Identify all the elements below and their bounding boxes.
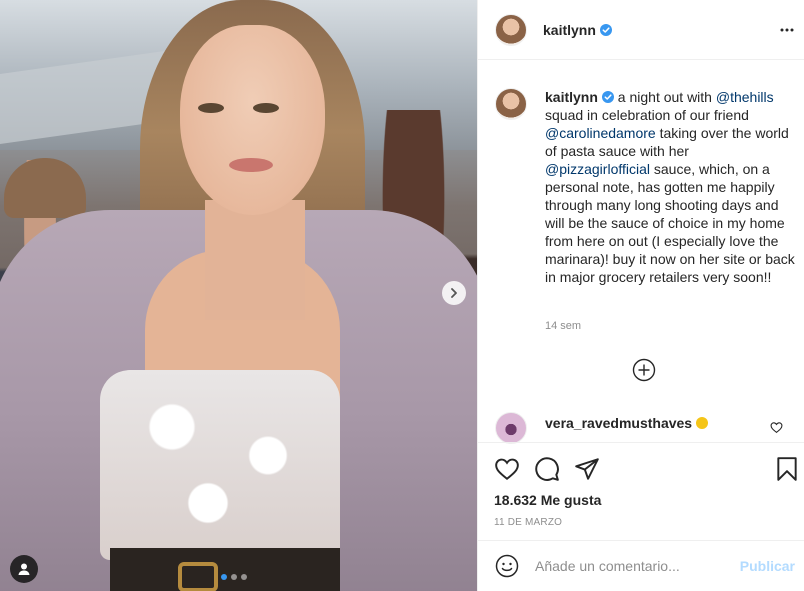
photo-neck [205, 200, 305, 320]
post-date: 11 DE MARZO [494, 517, 563, 528]
photo-lips [229, 158, 273, 172]
comment-icon[interactable] [534, 456, 560, 482]
caption-time-ago[interactable]: 14 sem [545, 320, 581, 332]
photo-buckle [178, 562, 218, 591]
caption-segment-1: a night out with [613, 89, 716, 105]
emoji-icon[interactable] [495, 554, 519, 578]
post-header: kaitlynn [478, 0, 804, 60]
comment-item: vera_ravedmusthaves [495, 412, 795, 444]
user-tags-button[interactable] [10, 555, 38, 583]
commenter-username[interactable]: vera_ravedmusthaves [545, 415, 692, 431]
carousel-next-button[interactable] [442, 281, 466, 305]
chevron-right-icon [451, 288, 457, 298]
photo-face [180, 25, 325, 215]
load-more-plus-icon[interactable] [632, 358, 656, 382]
carousel-dot-1 [221, 574, 227, 580]
photo-eye-left [198, 103, 224, 113]
mention-thehills[interactable]: @thehills [716, 89, 774, 105]
user-tag-icon [18, 563, 30, 575]
carousel-dot-2 [231, 574, 237, 580]
carousel-indicators [221, 574, 247, 580]
carousel-dot-3 [241, 574, 247, 580]
mention-pizzagirlofficial[interactable]: @pizzagirlofficial [545, 161, 650, 177]
post-photo[interactable] [0, 0, 477, 591]
publish-button[interactable]: Publicar [740, 558, 795, 574]
comment-input[interactable] [535, 558, 725, 574]
caption-text: kaitlynn a night out with @thehills squa… [545, 88, 795, 286]
post-actions: 18.632 Me gusta 11 DE MARZO [478, 442, 804, 540]
smiling-face-emoji-icon [696, 417, 709, 429]
bookmark-icon[interactable] [774, 456, 800, 482]
author-username[interactable]: kaitlynn [543, 22, 596, 38]
caption-segment-4: sauce, which, on a personal note, has go… [545, 161, 795, 285]
post-caption: kaitlynn a night out with @thehills squa… [495, 88, 795, 286]
caption-avatar[interactable] [495, 88, 527, 120]
commenter-avatar[interactable] [495, 412, 527, 444]
verified-badge-icon [599, 23, 612, 36]
caption-segment-2: squad in celebration of our friend [545, 107, 749, 123]
verified-badge-icon [601, 91, 614, 103]
caption-username[interactable]: kaitlynn [545, 89, 598, 105]
photo-lace-top [100, 370, 340, 560]
heart-icon[interactable] [494, 456, 520, 482]
author-avatar[interactable] [495, 13, 527, 46]
add-comment-bar: Publicar [478, 540, 804, 591]
mention-carolinedamore[interactable]: @carolinedamore [545, 125, 656, 141]
post-panel: kaitlynn kaitlynn a night out with @theh… [477, 0, 804, 591]
photo-belt [110, 548, 340, 591]
more-options-icon[interactable] [779, 22, 795, 38]
likes-count[interactable]: 18.632 Me gusta [494, 492, 601, 508]
share-icon[interactable] [574, 456, 600, 482]
heart-icon[interactable] [770, 421, 783, 434]
photo-eye-right [253, 103, 279, 113]
